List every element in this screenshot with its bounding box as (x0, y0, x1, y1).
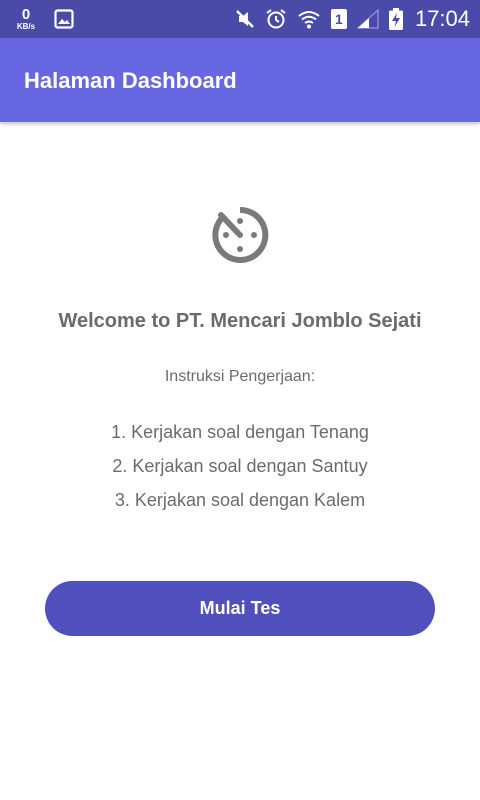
data-rate-unit: KB/s (16, 22, 36, 31)
instruction-item: 1. Kerjakan soal dengan Tenang (111, 422, 369, 442)
status-bar-left: 0 KB/s (12, 2, 74, 36)
start-test-button[interactable]: Mulai Tes (45, 581, 435, 636)
status-bar-right: 1 17:04 (235, 0, 470, 38)
gallery-icon (54, 9, 74, 29)
battery-charging-icon (388, 8, 403, 30)
welcome-heading: Welcome to PT. Mencari Jomblo Sejati (58, 310, 422, 332)
timer-icon (211, 206, 269, 264)
mute-icon (235, 9, 255, 29)
clock-time: 17:04 (414, 6, 470, 31)
app-bar-title: Halaman Dashboard (24, 68, 237, 93)
data-rate-indicator: 0 KB/s (12, 7, 40, 31)
instruction-item: 3. Kerjakan soal dengan Kalem (114, 490, 366, 510)
alarm-icon (265, 8, 287, 30)
status-bar: 0 KB/s 1 17:04 (0, 0, 480, 38)
data-rate-value: 0 (21, 6, 31, 23)
instruction-item: 2. Kerjakan soal dengan Santuy (112, 456, 368, 476)
instructions-list: 1. Kerjakan soal dengan Tenang 2. Kerjak… (0, 420, 480, 522)
instructions-title: Instruksi Pengerjaan: (164, 368, 316, 385)
wifi-icon (297, 9, 321, 29)
app-bar: Halaman Dashboard (0, 38, 480, 122)
sim-icon: 1 (330, 9, 347, 29)
signal-icon (356, 9, 379, 29)
